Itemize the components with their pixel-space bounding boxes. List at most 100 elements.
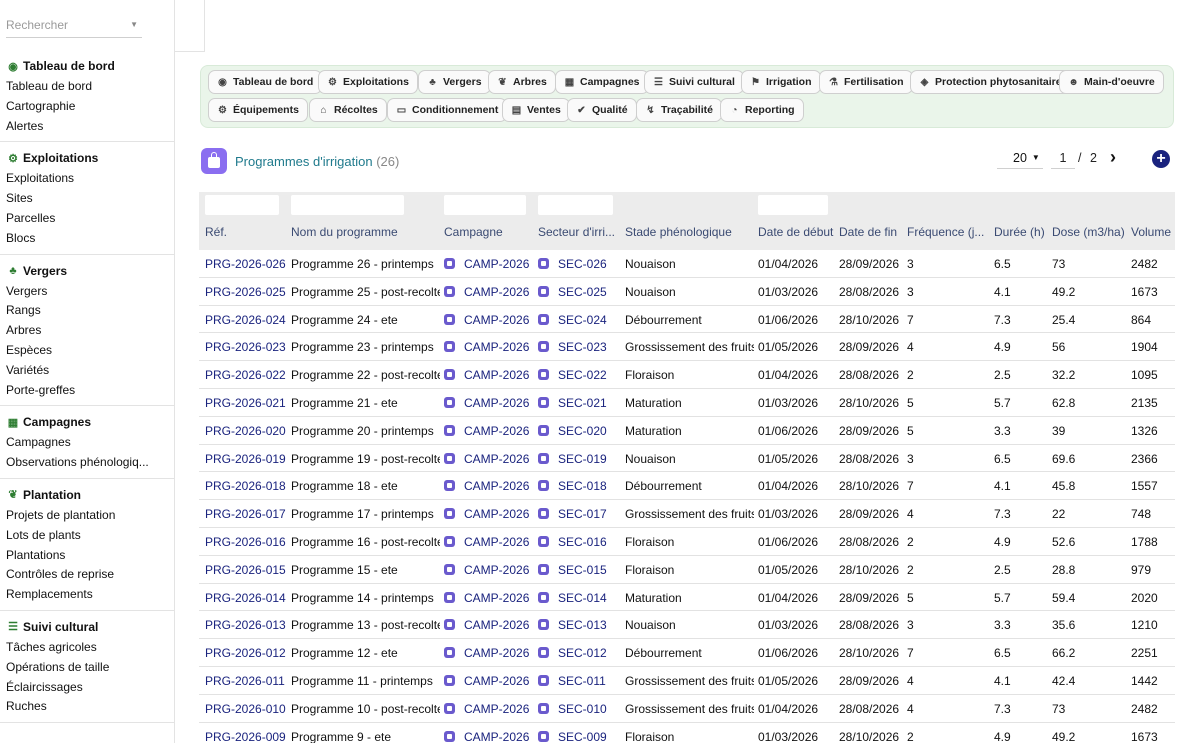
reference-link[interactable]: SEC-022 bbox=[558, 368, 607, 382]
reference-link[interactable]: CAMP-2026 bbox=[464, 646, 529, 660]
reference-link[interactable]: SEC-023 bbox=[558, 340, 607, 354]
table-cell[interactable]: SEC-014 bbox=[538, 591, 621, 605]
sidebar-section-title[interactable]: ❦ Plantation bbox=[0, 485, 174, 505]
chevron-down-icon[interactable]: ▼ bbox=[130, 20, 138, 29]
table-cell[interactable]: SEC-022 bbox=[538, 368, 621, 382]
module-button[interactable]: ✔ Qualité bbox=[567, 98, 637, 122]
table-row[interactable]: PRG-2026-018 Programme 18 - ete CAMP-2026 S… bbox=[199, 472, 1175, 501]
sidebar-item[interactable]: Blocs bbox=[0, 228, 150, 248]
module-button[interactable]: ⌂ Récoltes bbox=[309, 98, 387, 122]
column-filter-input[interactable] bbox=[205, 195, 279, 215]
chevron-right-icon[interactable]: › bbox=[1110, 147, 1126, 167]
module-button[interactable]: ☰ Suivi cultural bbox=[644, 70, 744, 94]
table-cell[interactable]: PRG-2026-021 bbox=[205, 396, 287, 410]
module-button[interactable]: ☻ Main-d'oeuvre bbox=[1059, 70, 1164, 94]
table-cell[interactable]: CAMP-2026 bbox=[444, 424, 534, 438]
sidebar-item[interactable]: Campagnes bbox=[0, 432, 150, 452]
table-row[interactable]: PRG-2026-016 Programme 16 - post-recolte C… bbox=[199, 528, 1175, 556]
table-row[interactable]: PRG-2026-017 Programme 17 - printemps CAMP… bbox=[199, 500, 1175, 528]
table-cell[interactable]: PRG-2026-025 bbox=[205, 285, 287, 299]
column-header[interactable]: Dose (m3/ha) bbox=[1052, 225, 1127, 239]
table-cell[interactable]: SEC-021 bbox=[538, 396, 621, 410]
table-row[interactable]: PRG-2026-009 Programme 9 - ete CAMP-2026 SE… bbox=[199, 723, 1175, 743]
table-cell[interactable]: SEC-015 bbox=[538, 563, 621, 577]
search-input[interactable] bbox=[6, 14, 126, 36]
column-header[interactable]: Stade phénologique bbox=[625, 225, 754, 239]
table-cell[interactable]: SEC-012 bbox=[538, 646, 621, 660]
reference-link[interactable]: CAMP-2026 bbox=[464, 257, 529, 271]
table-cell[interactable]: CAMP-2026 bbox=[444, 368, 534, 382]
module-button[interactable]: ⚑ Irrigation bbox=[741, 70, 821, 94]
table-row[interactable]: PRG-2026-010 Programme 10 - post-recolte C… bbox=[199, 695, 1175, 723]
sidebar-section-title[interactable]: ⚙ Exploitations bbox=[0, 148, 174, 168]
table-cell[interactable]: PRG-2026-009 bbox=[205, 730, 287, 743]
sidebar-item[interactable]: Sites bbox=[0, 188, 150, 208]
column-header[interactable]: Secteur d'irri... bbox=[538, 225, 621, 239]
module-button[interactable]: ◔ Reporting bbox=[720, 98, 804, 122]
table-cell[interactable]: SEC-025 bbox=[538, 285, 621, 299]
module-button[interactable]: ⚙ Équipements bbox=[208, 98, 308, 122]
table-row[interactable]: PRG-2026-013 Programme 13 - post-recolte C… bbox=[199, 611, 1175, 640]
reference-link[interactable]: SEC-016 bbox=[558, 535, 607, 549]
sidebar-item[interactable]: Vergers bbox=[0, 281, 150, 301]
table-cell[interactable]: SEC-013 bbox=[538, 618, 621, 632]
table-cell[interactable]: PRG-2026-011 bbox=[205, 674, 287, 688]
table-cell[interactable]: SEC-017 bbox=[538, 507, 621, 521]
table-row[interactable]: PRG-2026-026 Programme 26 - printemps CAMP… bbox=[199, 250, 1175, 278]
table-cell[interactable]: CAMP-2026 bbox=[444, 563, 534, 577]
reference-link[interactable]: CAMP-2026 bbox=[464, 730, 529, 743]
reference-link[interactable]: SEC-012 bbox=[558, 646, 607, 660]
reference-link[interactable]: SEC-018 bbox=[558, 479, 607, 493]
table-cell[interactable]: PRG-2026-016 bbox=[205, 535, 287, 549]
table-cell[interactable]: PRG-2026-010 bbox=[205, 702, 287, 716]
column-filter-input[interactable] bbox=[538, 195, 613, 215]
sidebar-item[interactable]: Arbres bbox=[0, 320, 150, 340]
reference-link[interactable]: SEC-020 bbox=[558, 424, 607, 438]
reference-link[interactable]: SEC-019 bbox=[558, 452, 607, 466]
reference-link[interactable]: CAMP-2026 bbox=[464, 563, 529, 577]
table-row[interactable]: PRG-2026-023 Programme 23 - printemps CAMP… bbox=[199, 333, 1175, 362]
reference-link[interactable]: CAMP-2026 bbox=[464, 702, 529, 716]
sidebar-item[interactable]: Exploitations bbox=[0, 168, 150, 188]
table-row[interactable]: PRG-2026-022 Programme 22 - post-recolte C… bbox=[199, 361, 1175, 389]
table-cell[interactable]: CAMP-2026 bbox=[444, 285, 534, 299]
column-header[interactable]: Date de début bbox=[758, 225, 835, 239]
add-icon[interactable]: + bbox=[1152, 150, 1170, 168]
reference-link[interactable]: CAMP-2026 bbox=[464, 340, 529, 354]
table-cell[interactable]: PRG-2026-014 bbox=[205, 591, 287, 605]
reference-link[interactable]: SEC-025 bbox=[558, 285, 607, 299]
table-cell[interactable]: PRG-2026-020 bbox=[205, 424, 287, 438]
reference-link[interactable]: CAMP-2026 bbox=[464, 396, 529, 410]
reference-link[interactable]: CAMP-2026 bbox=[464, 479, 529, 493]
table-cell[interactable]: CAMP-2026 bbox=[444, 591, 534, 605]
sidebar-item[interactable]: Remplacements bbox=[0, 584, 150, 604]
table-cell[interactable]: PRG-2026-018 bbox=[205, 479, 287, 493]
table-cell[interactable]: SEC-010 bbox=[538, 702, 621, 716]
column-header[interactable]: Durée (h) bbox=[994, 225, 1048, 239]
sidebar-item[interactable]: Projets de plantation bbox=[0, 505, 150, 525]
reference-link[interactable]: SEC-015 bbox=[558, 563, 607, 577]
table-cell[interactable]: PRG-2026-022 bbox=[205, 368, 287, 382]
reference-link[interactable]: CAMP-2026 bbox=[464, 313, 529, 327]
sidebar-section-title[interactable]: ▦ Campagnes bbox=[0, 412, 174, 432]
table-cell[interactable]: PRG-2026-026 bbox=[205, 257, 287, 271]
table-cell[interactable]: SEC-016 bbox=[538, 535, 621, 549]
reference-link[interactable]: CAMP-2026 bbox=[464, 591, 529, 605]
sidebar-item[interactable]: Plantations bbox=[0, 545, 150, 565]
table-cell[interactable]: SEC-019 bbox=[538, 452, 621, 466]
table-row[interactable]: PRG-2026-024 Programme 24 - ete CAMP-2026 S… bbox=[199, 306, 1175, 334]
table-cell[interactable]: SEC-011 bbox=[538, 674, 621, 688]
table-cell[interactable]: CAMP-2026 bbox=[444, 535, 534, 549]
table-cell[interactable]: CAMP-2026 bbox=[444, 257, 534, 271]
table-cell[interactable]: PRG-2026-015 bbox=[205, 563, 287, 577]
module-button[interactable]: ▤ Ventes bbox=[502, 98, 570, 122]
reference-link[interactable]: CAMP-2026 bbox=[464, 618, 529, 632]
sidebar-item[interactable]: Éclaircissages bbox=[0, 677, 150, 697]
page-size-select[interactable]: 20 ▼ bbox=[997, 147, 1043, 169]
reference-link[interactable]: CAMP-2026 bbox=[464, 507, 529, 521]
sidebar-item[interactable]: Rangs bbox=[0, 300, 150, 320]
sidebar-section-title[interactable]: ☰ Suivi cultural bbox=[0, 617, 174, 637]
table-cell[interactable]: CAMP-2026 bbox=[444, 396, 534, 410]
table-row[interactable]: PRG-2026-015 Programme 15 - ete CAMP-2026 S… bbox=[199, 556, 1175, 584]
column-header[interactable]: Fréquence (j... bbox=[907, 225, 990, 239]
